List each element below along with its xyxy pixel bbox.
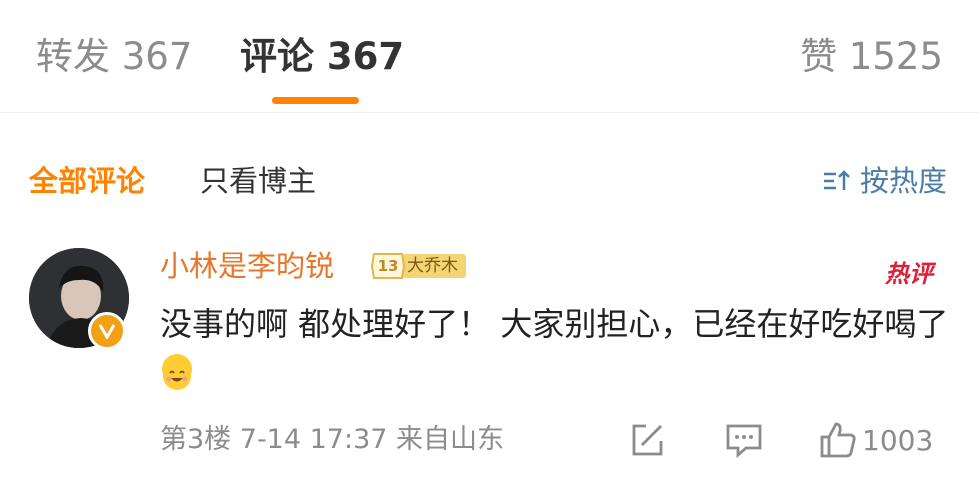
thumbs-up-icon xyxy=(820,422,856,458)
fan-badge[interactable]: 13 大乔木 xyxy=(370,252,466,280)
like-button[interactable]: 1003 xyxy=(818,418,933,462)
comment-meta: 第3楼 7-14 17:37 来自山东 xyxy=(160,424,505,455)
hot-comment-tag: 热评 xyxy=(885,260,933,288)
fan-level-icon: 13 xyxy=(370,252,406,280)
sort-label: 按热度 xyxy=(859,164,947,198)
tab-reposts[interactable]: 转发 367 xyxy=(36,33,192,81)
filter-all-comments[interactable]: 全部评论 xyxy=(29,161,145,201)
repost-edit-icon xyxy=(632,424,663,456)
divider xyxy=(0,112,979,113)
filter-blogger-only[interactable]: 只看博主 xyxy=(200,161,316,201)
verified-v-icon xyxy=(88,312,126,350)
tab-likes[interactable]: 赞 1525 xyxy=(800,33,943,81)
comment-username[interactable]: 小林是李昀锐 xyxy=(160,246,334,286)
happy-face-emoji xyxy=(162,354,192,390)
repost-button[interactable] xyxy=(628,418,666,462)
fan-level-number: 13 xyxy=(377,257,399,275)
like-count: 1003 xyxy=(862,423,934,457)
sort-by-hot-button[interactable]: 按热度 xyxy=(822,161,947,201)
comment-text: 没事的啊 都处理好了！ 大家别担心，已经在好吃好喝了 xyxy=(160,298,950,402)
reply-button[interactable] xyxy=(724,418,764,462)
fan-group-name: 大乔木 xyxy=(402,254,466,278)
sort-icon xyxy=(823,170,850,190)
tab-bar: 转发 367 评论 367 赞 1525 xyxy=(0,0,979,112)
comment-body: 没事的啊 都处理好了！ 大家别担心，已经在好吃好喝了 xyxy=(160,305,949,343)
active-tab-indicator xyxy=(272,97,359,104)
tab-comments[interactable]: 评论 367 xyxy=(240,33,404,81)
comment-icon xyxy=(726,424,762,459)
